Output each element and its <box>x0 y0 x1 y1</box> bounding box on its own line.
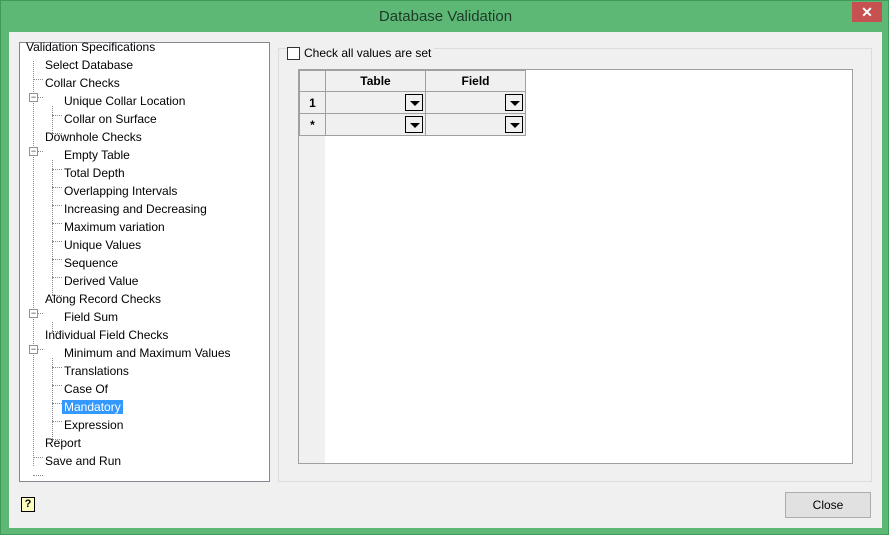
validation-tree[interactable]: Validation Specifications Select Database… <box>19 40 270 482</box>
collapse-icon: − <box>29 308 38 318</box>
collapse-icon: − <box>29 146 38 156</box>
tree-connector-line <box>52 421 62 422</box>
tree-item[interactable]: Overlapping Intervals <box>62 182 179 200</box>
grid-row: 1 <box>299 91 526 114</box>
tree-item[interactable]: Derived Value <box>62 272 140 290</box>
tree-item-label: Translations <box>64 364 129 378</box>
dropdown-arrow-icon[interactable] <box>405 116 423 133</box>
row-header[interactable]: 1 <box>299 91 326 114</box>
close-button[interactable]: Close <box>785 492 871 518</box>
tree-item-label: Mandatory <box>62 400 123 414</box>
table-cell[interactable] <box>325 91 426 114</box>
tree-item[interactable]: Sequence <box>62 254 120 272</box>
tree-item[interactable]: Report <box>43 434 83 452</box>
field-cell[interactable] <box>425 113 526 136</box>
tree-item[interactable]: Mandatory <box>62 398 123 416</box>
tree-item-label: Unique Collar Location <box>64 94 186 108</box>
tree-item-label: Individual Field Checks <box>45 328 169 342</box>
tree-item[interactable]: Maximum variation <box>62 218 167 236</box>
field-cell[interactable] <box>425 91 526 114</box>
tree-item-label: Collar on Surface <box>64 112 157 126</box>
tree-item-label: Increasing and Decreasing <box>64 202 207 216</box>
tree-item[interactable]: Total Depth <box>62 164 127 182</box>
tree-item[interactable]: Empty Table <box>62 146 132 164</box>
tree-item-label: Select Database <box>45 58 134 72</box>
window-close-button[interactable]: ✕ <box>852 2 882 22</box>
tree-item[interactable]: Minimum and Maximum Values <box>62 344 233 362</box>
dropdown-arrow-icon[interactable] <box>505 94 523 111</box>
tree-connector-line <box>52 277 62 278</box>
dropdown-arrow-icon[interactable] <box>505 116 523 133</box>
check-all-label: Check all values are set <box>304 46 432 60</box>
tree-item-label: Sequence <box>64 256 119 270</box>
tree-item-label: Report <box>45 436 82 450</box>
tree-connector-line <box>52 241 62 242</box>
tree-item-label: Validation Specifications <box>26 40 156 54</box>
corner-header <box>299 70 326 92</box>
tree-item-label: Empty Table <box>64 148 130 162</box>
tree-connector-line <box>52 169 62 170</box>
tree-connector-line <box>52 223 62 224</box>
tree-connector-line <box>52 403 62 404</box>
tree-item-label: Derived Value <box>64 274 139 288</box>
tree-item-label: Field Sum <box>64 310 119 324</box>
tree-item[interactable]: Collar on Surface <box>62 110 159 128</box>
tree-connector-line <box>52 259 62 260</box>
tree-item-label: Case Of <box>64 382 109 396</box>
row-header[interactable]: * <box>299 113 326 136</box>
tree-item-label: Collar Checks <box>45 76 120 90</box>
tree-item[interactable]: Increasing and Decreasing <box>62 200 209 218</box>
window-title: Database Validation <box>378 8 513 25</box>
tree-connector-line <box>33 61 34 466</box>
values-grid: Table Field 1 * <box>298 69 853 464</box>
tree-connector-line <box>33 79 43 80</box>
column-header-table[interactable]: Table <box>325 70 426 92</box>
dialog-window: Database Validation ✕ Validation Specifi… <box>0 0 889 535</box>
tree-connector-line <box>33 457 43 458</box>
grid-row-new: * <box>299 113 526 136</box>
tree-item[interactable]: Downhole Checks <box>43 128 144 146</box>
tree-connector-line <box>52 358 53 439</box>
help-icon[interactable]: ? <box>21 497 35 512</box>
tree-item-label: Unique Values <box>64 238 142 252</box>
tree-item-label: Total Depth <box>64 166 125 180</box>
tree-item[interactable]: Field Sum <box>62 308 120 326</box>
tree-connector-line <box>52 115 62 116</box>
tree-connector-line <box>52 385 62 386</box>
collapse-icon: − <box>29 344 38 354</box>
collapse-icon: − <box>29 92 38 102</box>
tree-item[interactable]: Select Database <box>43 56 135 74</box>
dropdown-arrow-icon[interactable] <box>405 94 423 111</box>
check-all-checkbox[interactable]: Check all values are set <box>287 46 435 60</box>
tree-item[interactable]: Validation Specifications <box>24 38 157 56</box>
tree-item-label: Along Record Checks <box>45 292 162 306</box>
tree-item[interactable]: Along Record Checks <box>43 290 163 308</box>
tree-connector-line <box>52 187 62 188</box>
tree-item[interactable]: Case Of <box>62 380 110 398</box>
column-header-field[interactable]: Field <box>425 70 526 92</box>
tree-item-label: Save and Run <box>45 454 122 468</box>
tree-item-label: Minimum and Maximum Values <box>64 346 231 360</box>
tree-connector-line <box>52 205 62 206</box>
tree-item[interactable]: Individual Field Checks <box>43 326 170 344</box>
tree-connector-line <box>33 475 43 476</box>
tree-connector-line <box>52 160 53 295</box>
tree-item-label: Maximum variation <box>64 220 165 234</box>
tree-item[interactable]: Unique Values <box>62 236 143 254</box>
tree-item[interactable]: Translations <box>62 362 131 380</box>
tree-item-label: Overlapping Intervals <box>64 184 178 198</box>
tree-connector-line <box>52 367 62 368</box>
tree-item[interactable]: Save and Run <box>43 452 123 470</box>
tree-item-label: Downhole Checks <box>45 130 142 144</box>
tree-item[interactable]: Expression <box>62 416 125 434</box>
checkbox-box[interactable] <box>287 46 300 60</box>
tree-item[interactable]: Unique Collar Location <box>62 92 187 110</box>
tree-item-label: Expression <box>64 418 124 432</box>
tree-item[interactable]: Collar Checks <box>43 74 122 92</box>
table-cell[interactable] <box>325 113 426 136</box>
